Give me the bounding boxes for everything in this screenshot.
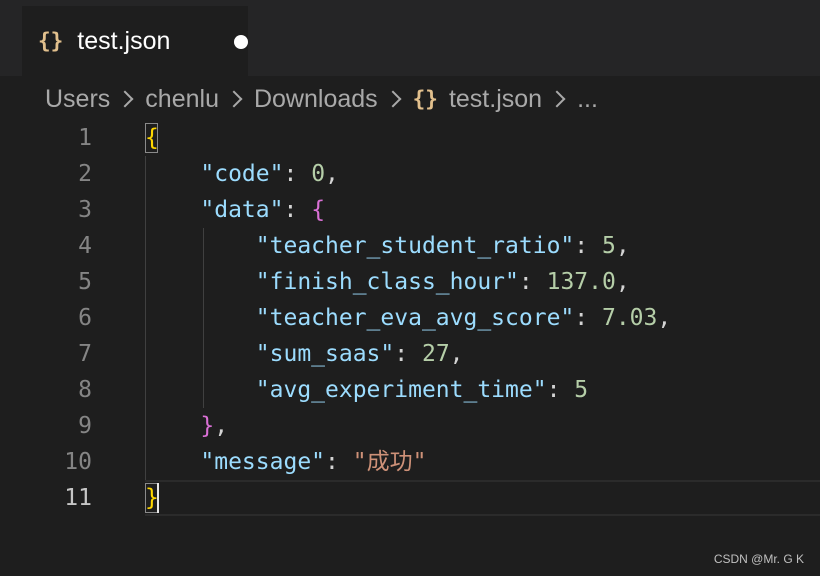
- code-line[interactable]: 4 "teacher_student_ratio": 5,: [0, 228, 820, 264]
- code-token: :: [283, 161, 312, 187]
- code-token: ,: [325, 161, 339, 187]
- line-number: 8: [78, 377, 92, 403]
- code-line[interactable]: 9 },: [0, 408, 820, 444]
- line-code: }: [145, 480, 159, 516]
- unsaved-dot-icon[interactable]: [234, 35, 248, 49]
- tab-test-json[interactable]: {} test.json: [22, 6, 248, 76]
- code-line[interactable]: 7 "sum_saas": 27,: [0, 336, 820, 372]
- line-number: 2: [78, 161, 92, 187]
- tab-bar: {} test.json: [0, 0, 820, 76]
- chevron-right-icon: [116, 90, 134, 108]
- code-token: 137.0: [546, 269, 616, 295]
- code-token: }: [200, 413, 215, 439]
- line-code: "data": {: [145, 192, 325, 228]
- line-number: 7: [78, 341, 92, 367]
- line-code: "teacher_eva_avg_score": 7.03,: [145, 300, 671, 336]
- code-token: "teacher_student_ratio": [255, 233, 575, 259]
- code-line[interactable]: 11}: [0, 480, 820, 516]
- code-token: :: [394, 341, 422, 367]
- line-code: "sum_saas": 27,: [145, 336, 464, 372]
- code-token: ,: [214, 413, 229, 439]
- code-token: }: [145, 485, 159, 511]
- line-number: 9: [78, 413, 92, 439]
- code-line[interactable]: 10 "message": "成功": [0, 444, 820, 480]
- code-token: 27: [421, 341, 450, 367]
- code-token: "message": [200, 449, 326, 475]
- code-token: 7.03: [601, 305, 658, 331]
- code-token: "成功": [352, 449, 427, 475]
- line-code: "code": 0,: [145, 156, 339, 192]
- chevron-right-icon: [384, 90, 402, 108]
- line-number: 4: [78, 233, 92, 259]
- code-token: {: [311, 197, 326, 223]
- json-file-icon: {}: [412, 87, 438, 111]
- code-line[interactable]: 3 "data": {: [0, 192, 820, 228]
- code-line[interactable]: 5 "finish_class_hour": 137.0,: [0, 264, 820, 300]
- code-token: "data": [200, 197, 284, 223]
- code-token: :: [283, 197, 312, 223]
- code-line[interactable]: 8 "avg_experiment_time": 5: [0, 372, 820, 408]
- code-line[interactable]: 2 "code": 0,: [0, 156, 820, 192]
- code-token: :: [546, 377, 575, 403]
- line-code: {: [145, 120, 159, 156]
- breadcrumb-item-users[interactable]: Users: [45, 85, 110, 114]
- code-token: :: [518, 269, 547, 295]
- code-token: ,: [657, 305, 672, 331]
- tab-label: test.json: [77, 26, 171, 55]
- line-number: 3: [78, 197, 92, 223]
- line-number: 5: [78, 269, 92, 295]
- breadcrumb: Users chenlu Downloads {} test.json ...: [45, 80, 598, 118]
- breadcrumb-item-file[interactable]: test.json: [449, 85, 542, 114]
- line-code: },: [145, 408, 228, 444]
- code-token: :: [325, 449, 353, 475]
- breadcrumb-item-symbols[interactable]: ...: [577, 85, 598, 114]
- line-code: "teacher_student_ratio": 5,: [145, 228, 630, 264]
- breadcrumb-item-downloads[interactable]: Downloads: [254, 85, 378, 114]
- code-editor[interactable]: 1{2 "code": 0, 3 "data": {4 "teacher_stud…: [0, 120, 820, 520]
- json-file-icon: {}: [38, 29, 64, 53]
- breadcrumb-item-chenlu[interactable]: chenlu: [145, 85, 219, 114]
- code-token: "code": [200, 161, 284, 187]
- chevron-right-icon: [548, 90, 566, 108]
- code-token: :: [574, 305, 602, 331]
- chevron-right-icon: [225, 90, 243, 108]
- code-token: "teacher_eva_avg_score": [255, 305, 575, 331]
- line-code: "finish_class_hour": 137.0,: [145, 264, 630, 300]
- code-token: "finish_class_hour": [255, 269, 519, 295]
- code-token: ,: [615, 233, 630, 259]
- code-line[interactable]: 6 "teacher_eva_avg_score": 7.03,: [0, 300, 820, 336]
- code-token: ,: [449, 341, 464, 367]
- code-line[interactable]: 1{: [0, 120, 820, 156]
- line-code: "avg_experiment_time": 5: [145, 372, 588, 408]
- code-token: :: [574, 233, 602, 259]
- code-token: "avg_experiment_time": [255, 377, 547, 403]
- code-token: {: [145, 125, 159, 151]
- line-number: 10: [64, 449, 92, 475]
- line-number: 11: [64, 485, 92, 511]
- code-token: "sum_saas": [255, 341, 395, 367]
- watermark: CSDN @Mr. G K: [713, 552, 804, 566]
- line-code: "message": "成功": [145, 444, 426, 480]
- code-token: 5: [574, 377, 589, 403]
- code-token: ,: [615, 269, 630, 295]
- code-token: 0: [311, 161, 326, 187]
- code-token: 5: [601, 233, 616, 259]
- line-number: 1: [78, 125, 92, 151]
- line-number: 6: [78, 305, 92, 331]
